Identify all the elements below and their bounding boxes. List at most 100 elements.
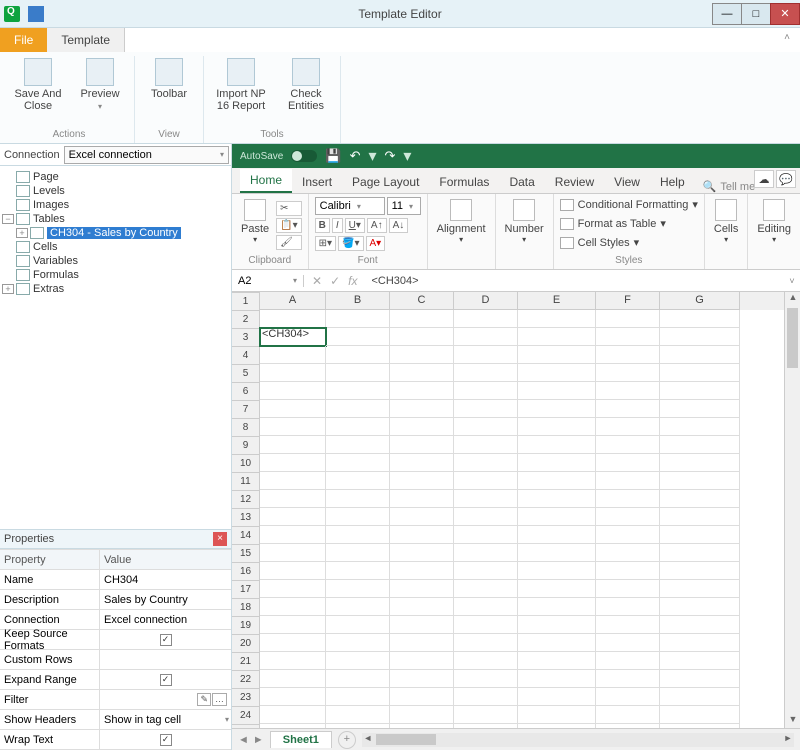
cell[interactable] — [518, 436, 596, 454]
cell[interactable] — [326, 472, 390, 490]
expand-icon[interactable]: + — [16, 228, 28, 238]
new-sheet-button[interactable]: + — [338, 731, 356, 749]
cell[interactable] — [260, 436, 326, 454]
cell[interactable] — [596, 616, 660, 634]
row-header[interactable]: 8 — [232, 419, 260, 437]
cell[interactable] — [390, 544, 454, 562]
quick-save-icon[interactable] — [28, 6, 44, 22]
tree-node-levels[interactable]: Levels — [2, 184, 229, 198]
check-entities-button[interactable]: Check Entities — [278, 56, 334, 127]
chevron-down-icon[interactable]: ▾ — [225, 715, 229, 724]
cell[interactable] — [390, 562, 454, 580]
italic-button[interactable]: I — [332, 218, 343, 233]
cell[interactable] — [518, 616, 596, 634]
col-header[interactable]: D — [454, 292, 518, 310]
row-header[interactable]: 9 — [232, 437, 260, 455]
cell[interactable] — [660, 328, 740, 346]
cell[interactable] — [454, 472, 518, 490]
excel-save-icon[interactable]: 💾 — [325, 148, 341, 164]
row-header[interactable]: 23 — [232, 689, 260, 707]
cell[interactable] — [518, 634, 596, 652]
tree-node-page[interactable]: Page — [2, 170, 229, 184]
cell[interactable] — [390, 508, 454, 526]
cell[interactable] — [390, 580, 454, 598]
cell[interactable] — [390, 670, 454, 688]
cell[interactable] — [454, 562, 518, 580]
cell[interactable] — [660, 472, 740, 490]
row-header[interactable]: 6 — [232, 383, 260, 401]
cell[interactable] — [454, 382, 518, 400]
cell[interactable] — [596, 454, 660, 472]
row-header[interactable]: 4 — [232, 347, 260, 365]
autosave-toggle[interactable] — [291, 150, 317, 162]
cell[interactable] — [518, 724, 596, 728]
cell[interactable] — [660, 562, 740, 580]
fx-icon[interactable]: fx — [348, 274, 357, 288]
cell[interactable] — [260, 562, 326, 580]
entity-tree[interactable]: Page Levels Images −Tables +CH304 - Sale… — [0, 166, 231, 529]
cell[interactable] — [326, 328, 390, 346]
cell[interactable] — [454, 724, 518, 728]
maximize-button[interactable]: □ — [741, 3, 771, 25]
cell[interactable] — [596, 652, 660, 670]
font-grow-button[interactable]: A↑ — [367, 218, 387, 233]
row-header[interactable]: 10 — [232, 455, 260, 473]
grid-cells[interactable]: <CH304> — [260, 310, 784, 728]
cell[interactable] — [326, 706, 390, 724]
cell[interactable] — [260, 400, 326, 418]
cell[interactable] — [390, 346, 454, 364]
scroll-up-icon[interactable]: ▲ — [785, 292, 800, 306]
connection-select[interactable]: Excel connection▾ — [64, 146, 229, 164]
cell[interactable] — [596, 436, 660, 454]
cell[interactable] — [454, 328, 518, 346]
cell[interactable] — [660, 400, 740, 418]
scroll-down-icon[interactable]: ▼ — [785, 714, 800, 728]
cell[interactable] — [660, 706, 740, 724]
copy-button[interactable]: 📋▾ — [276, 218, 301, 233]
borders-button[interactable]: ⊞▾ — [315, 236, 336, 251]
cell[interactable] — [390, 598, 454, 616]
row-header[interactable]: 7 — [232, 401, 260, 419]
cell[interactable] — [390, 400, 454, 418]
cell[interactable] — [454, 598, 518, 616]
sheet-tab-sheet1[interactable]: Sheet1 — [270, 731, 332, 748]
cells-button[interactable]: Cells▾ — [711, 197, 741, 253]
tree-node-ch304[interactable]: +CH304 - Sales by Country — [2, 226, 229, 240]
minimize-button[interactable]: — — [712, 3, 742, 25]
collapse-ribbon-icon[interactable]: ˄ — [784, 32, 790, 43]
row-header[interactable]: 2 — [232, 311, 260, 329]
cell[interactable] — [326, 724, 390, 728]
cell[interactable] — [454, 508, 518, 526]
cell[interactable] — [260, 508, 326, 526]
cell[interactable] — [326, 562, 390, 580]
cell[interactable] — [260, 706, 326, 724]
row-header[interactable]: 16 — [232, 563, 260, 581]
cell[interactable] — [390, 526, 454, 544]
cell[interactable] — [260, 634, 326, 652]
tab-review[interactable]: Review — [545, 171, 604, 193]
cell[interactable] — [390, 418, 454, 436]
font-size-select[interactable]: 11▾ — [387, 197, 421, 215]
col-header[interactable]: B — [326, 292, 390, 310]
conditional-formatting-button[interactable]: Conditional Formatting▾ — [560, 197, 698, 212]
cell[interactable] — [596, 598, 660, 616]
import-np16-button[interactable]: Import NP 16 Report — [210, 56, 272, 127]
cell[interactable] — [326, 364, 390, 382]
sheet-nav[interactable]: ◄► — [232, 734, 270, 746]
cell[interactable] — [326, 544, 390, 562]
tab-page-layout[interactable]: Page Layout — [342, 171, 429, 193]
col-header[interactable]: E — [518, 292, 596, 310]
cell[interactable] — [390, 382, 454, 400]
format-painter-button[interactable]: 🖌 — [276, 235, 301, 250]
prop-row-expand-range[interactable]: Expand Range ✓ — [0, 670, 231, 690]
cell[interactable] — [660, 652, 740, 670]
checkbox-checked-icon[interactable]: ✓ — [160, 674, 172, 686]
paste-button[interactable]: Paste▾ — [238, 197, 272, 253]
cell[interactable] — [454, 436, 518, 454]
row-header[interactable]: 21 — [232, 653, 260, 671]
preview-button[interactable]: Preview▾ — [72, 56, 128, 127]
cell[interactable] — [326, 688, 390, 706]
cell[interactable] — [326, 598, 390, 616]
row-headers[interactable]: 1234567891011121314151617181920212223242… — [232, 293, 260, 728]
cell[interactable] — [660, 508, 740, 526]
